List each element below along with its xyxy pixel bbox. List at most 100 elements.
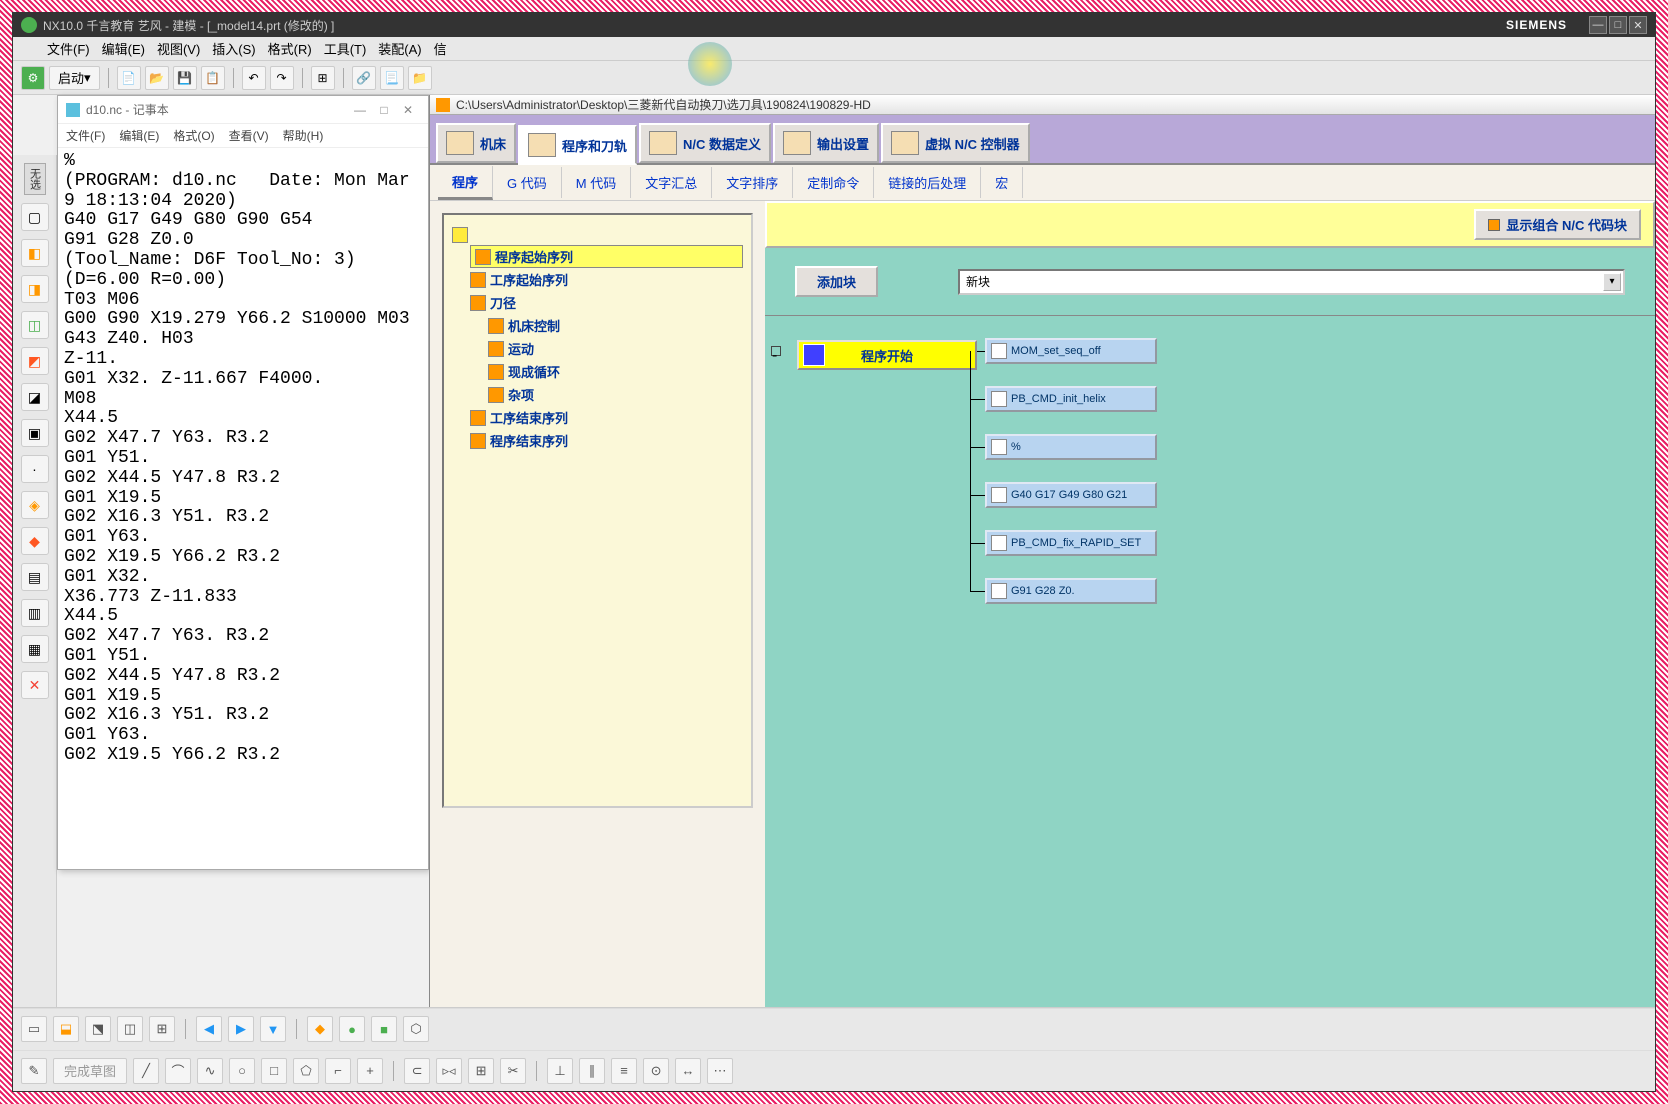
link-icon[interactable]: 🔗 xyxy=(352,66,376,90)
tb-constraint1-icon[interactable]: ⊥ xyxy=(547,1058,573,1084)
maximize-icon[interactable]: □ xyxy=(1609,16,1627,34)
display-combined-toggle[interactable]: 显示组合 N/C 代码块 xyxy=(1474,209,1641,240)
tb-app3-icon[interactable]: ◫ xyxy=(117,1016,143,1042)
subtab-linked-post[interactable]: 链接的后处理 xyxy=(874,167,981,198)
tb-arc-icon[interactable]: ⌒ xyxy=(165,1058,191,1084)
menu-assembly[interactable]: 装配(A) xyxy=(378,39,421,58)
tb-plus-icon[interactable]: + xyxy=(357,1058,383,1084)
sb-layer-icon[interactable]: ◈ xyxy=(21,491,49,519)
tb-arrow-left-icon[interactable]: ◀ xyxy=(196,1016,222,1042)
tree-motion[interactable]: 运动 xyxy=(488,337,743,360)
tree-op-start[interactable]: 工序起始序列 xyxy=(470,268,743,291)
block-init-helix[interactable]: PB_CMD_init_helix xyxy=(985,386,1157,412)
tb-arrow-right-icon[interactable]: ▶ xyxy=(228,1016,254,1042)
close-icon[interactable]: ✕ xyxy=(1629,16,1647,34)
np-minimize-icon[interactable]: — xyxy=(348,103,372,117)
np-menu-edit[interactable]: 编辑(E) xyxy=(119,127,159,144)
np-menu-file[interactable]: 文件(F) xyxy=(66,127,105,144)
np-maximize-icon[interactable]: □ xyxy=(372,103,396,117)
tree-program-end[interactable]: 程序结束序列 xyxy=(470,429,743,452)
tab-output[interactable]: 输出设置 xyxy=(773,123,879,163)
subtab-gcode[interactable]: G 代码 xyxy=(493,167,562,198)
menu-file[interactable]: 文件(F) xyxy=(47,39,90,58)
sequence-tree[interactable]: 程序起始序列 工序起始序列 刀径 机床控制 运动 现成循环 杂项 工序结束序列 … xyxy=(442,213,753,808)
tab-virtual-nc[interactable]: 虚拟 N/C 控制器 xyxy=(881,123,1030,163)
add-block-button[interactable]: 添加块 xyxy=(795,266,878,297)
tree-program-start[interactable]: 程序起始序列 xyxy=(470,245,743,268)
subtab-program[interactable]: 程序 xyxy=(438,166,493,200)
sb-pin-icon[interactable]: ✕ xyxy=(21,671,49,699)
sb-history-icon[interactable]: ◧ xyxy=(21,239,49,267)
tb-pattern-icon[interactable]: ⊞ xyxy=(468,1058,494,1084)
sb-prism-icon[interactable]: ◆ xyxy=(21,527,49,555)
tb-shape3-icon[interactable]: ■ xyxy=(371,1016,397,1042)
sb-dot-icon[interactable]: · xyxy=(21,455,49,483)
finish-sketch-button[interactable]: 完成草图 xyxy=(53,1058,127,1084)
tb-rect2-icon[interactable]: □ xyxy=(261,1058,287,1084)
sb-blank3-icon[interactable]: ▤ xyxy=(21,563,49,591)
sb-box-icon[interactable]: ◨ xyxy=(21,275,49,303)
open-file-icon[interactable]: 📂 xyxy=(145,66,169,90)
sb-part-icon[interactable]: ▢ xyxy=(21,203,49,231)
redo-icon[interactable]: ↷ xyxy=(270,66,294,90)
sb-blank1-icon[interactable]: ◪ xyxy=(21,383,49,411)
folder-icon[interactable]: 📁 xyxy=(408,66,432,90)
gear-icon[interactable]: ⚙ xyxy=(21,66,45,90)
sb-blank5-icon[interactable]: ▦ xyxy=(21,635,49,663)
tab-nc-data[interactable]: N/C 数据定义 xyxy=(639,123,771,163)
tb-trim-icon[interactable]: ✂ xyxy=(500,1058,526,1084)
pb-titlebar[interactable]: C:\Users\Administrator\Desktop\三菱新代自动换刀\… xyxy=(430,95,1655,115)
tb-fillet-icon[interactable]: ⌐ xyxy=(325,1058,351,1084)
tb-shape2-icon[interactable]: ● xyxy=(339,1016,365,1042)
tb-arrow-down-icon[interactable]: ▼ xyxy=(260,1016,286,1042)
tree-op-end[interactable]: 工序结束序列 xyxy=(470,406,743,429)
minimize-icon[interactable]: — xyxy=(1589,16,1607,34)
tb-spline-icon[interactable]: ∿ xyxy=(197,1058,223,1084)
subtab-macro[interactable]: 宏 xyxy=(981,167,1023,198)
collapse-toggle-icon[interactable]: - xyxy=(771,346,781,356)
tb-constraint3-icon[interactable]: ≡ xyxy=(611,1058,637,1084)
tab-program-toolpath[interactable]: 程序和刀轨 xyxy=(518,125,637,165)
tree-root-icon[interactable] xyxy=(452,225,743,245)
sb-assembly-icon[interactable]: ◩ xyxy=(21,347,49,375)
tb-poly-icon[interactable]: ⬠ xyxy=(293,1058,319,1084)
save-as-icon[interactable]: 📋 xyxy=(201,66,225,90)
dropdown-arrow-icon[interactable]: ▾ xyxy=(1603,273,1621,291)
tree-toolpath[interactable]: 刀径 xyxy=(470,291,743,314)
tb-line-icon[interactable]: ╱ xyxy=(133,1058,159,1084)
subtab-word-sequence[interactable]: 文字排序 xyxy=(712,167,793,198)
menu-tools[interactable]: 工具(T) xyxy=(324,39,367,58)
tab-machine[interactable]: 机床 xyxy=(436,123,516,163)
grid-icon[interactable]: ⊞ xyxy=(311,66,335,90)
selection-filter-label[interactable]: 无选 xyxy=(24,163,46,195)
block-g40-init[interactable]: G40 G17 G49 G80 G21 xyxy=(985,482,1157,508)
tree-machine-control[interactable]: 机床控制 xyxy=(488,314,743,337)
tree-misc[interactable]: 杂项 xyxy=(488,383,743,406)
block-g91-g28[interactable]: G91 G28 Z0. xyxy=(985,578,1157,604)
tb-rect-icon[interactable]: ▭ xyxy=(21,1016,47,1042)
tb-constraint2-icon[interactable]: ∥ xyxy=(579,1058,605,1084)
tb-circle-icon[interactable]: ○ xyxy=(229,1058,255,1084)
block-percent[interactable]: % xyxy=(985,434,1157,460)
menu-view[interactable]: 视图(V) xyxy=(157,39,200,58)
launch-button[interactable]: 启动 ▾ xyxy=(49,66,100,90)
new-file-icon[interactable]: 📄 xyxy=(117,66,141,90)
menu-info[interactable]: 信 xyxy=(434,39,447,58)
notepad-text-content[interactable]: % (PROGRAM: d10.nc Date: Mon Mar 9 18:13… xyxy=(58,148,428,869)
subtab-word-summary[interactable]: 文字汇总 xyxy=(631,167,712,198)
sb-cube-icon[interactable]: ◫ xyxy=(21,311,49,339)
sb-blank2-icon[interactable]: ▣ xyxy=(21,419,49,447)
subtab-mcode[interactable]: M 代码 xyxy=(562,167,631,198)
tb-sketch-icon[interactable]: ✎ xyxy=(21,1058,47,1084)
tree-canned-cycle[interactable]: 现成循环 xyxy=(488,360,743,383)
sb-blank4-icon[interactable]: ▥ xyxy=(21,599,49,627)
tb-app1-icon[interactable]: ⬓ xyxy=(53,1016,79,1042)
menu-format[interactable]: 格式(R) xyxy=(268,39,312,58)
tb-constraint4-icon[interactable]: ⊙ xyxy=(643,1058,669,1084)
block-mom-seq-off[interactable]: MOM_set_seq_off xyxy=(985,338,1157,364)
doc-icon[interactable]: 📃 xyxy=(380,66,404,90)
tb-app4-icon[interactable]: ⊞ xyxy=(149,1016,175,1042)
tb-dim-icon[interactable]: ↔ xyxy=(675,1058,701,1084)
block-type-select[interactable]: 新块 ▾ xyxy=(958,269,1625,295)
sequence-diagram[interactable]: - 程序开始 MOM_set_seq_off PB_CMD_init_helix… xyxy=(765,315,1655,1038)
